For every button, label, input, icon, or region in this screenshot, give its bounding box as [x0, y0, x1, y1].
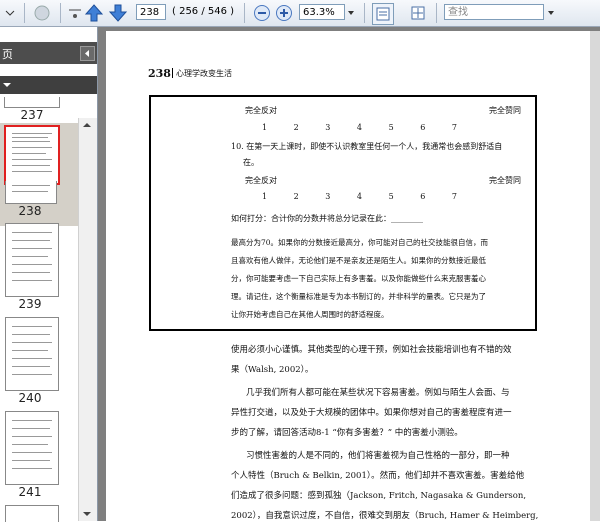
- question-10-line1: 10. 在第一天上课时，即使不认识教室里任何一个人，我通常也会感到舒适自: [231, 142, 503, 151]
- thumbnail-242[interactable]: [5, 505, 59, 522]
- scroll-up-icon: [69, 9, 81, 18]
- fit-width-icon: [376, 7, 390, 21]
- toolbar: 238 ( 256 / 546 ) 63.3% 查找: [0, 0, 600, 27]
- page-header-title: 心理学改变生活: [176, 69, 232, 78]
- page-number-input[interactable]: 238: [136, 4, 166, 20]
- collapse-panel-button[interactable]: [80, 46, 95, 61]
- body-line: 2002），自我意识过度，不自信，很难交到朋友（Bruch, Hamer & H…: [231, 511, 539, 521]
- panel-header: 页面: [0, 42, 97, 77]
- page-count-label: ( 256 / 546 ): [172, 6, 235, 17]
- header-divider: [172, 68, 173, 78]
- scoring-paragraph-line: 且喜欢有他人做伴，无论他们是不是亲友还是陌生人。如果你的分数接近最低: [231, 256, 486, 265]
- thumbnail-label: 238: [18, 204, 42, 218]
- body-line: 习惯性害羞的人是不同的，他们将害羞视为自己性格的一部分，即一种: [246, 451, 510, 461]
- search-dropdown-button[interactable]: [545, 3, 557, 23]
- scale-numbers: 1 2 3 4 5 6 7: [262, 123, 457, 132]
- scoring-paragraph-line: 让你开始考虑自己在其他人周围时的舒适程度。: [231, 310, 389, 319]
- quiz-box: 完全反对 完全赞同 1 2 3 4 5 6 7 10. 在第一天上课时，即使不认…: [149, 95, 537, 331]
- chevron-left-icon: [85, 50, 89, 57]
- search-input[interactable]: 查找: [444, 4, 544, 20]
- thumbnail-label: 241: [18, 485, 42, 499]
- circle-tool-icon: [34, 5, 50, 21]
- body-line: 使用必须小心谨慎。其他类型的心理干预，例如社会技能培训也有不错的效: [231, 345, 512, 355]
- body-line: 异性打交道，以及处于大规模的团体中。如果你想对自己的害羞程度有进一: [231, 408, 512, 418]
- thumbnail-scrollbar[interactable]: [78, 118, 97, 521]
- scale-right-label: 完全赞同: [489, 176, 521, 185]
- scroll-up-arrow-icon: [83, 123, 91, 127]
- fit-page-icon: [411, 6, 425, 20]
- question-10-line2: 在。: [243, 158, 259, 167]
- scoring-paragraph-line: 最高分为70。如果你的分数接近最高分，你可能对自己的社交技能很自信，而: [231, 238, 489, 247]
- document-page: 238 心理学改变生活 完全反对 完全赞同 1 2 3 4 5 6 7 10. …: [106, 31, 592, 521]
- body-line: 果（Walsh, 2002）。: [231, 365, 314, 375]
- body-line: 个人特性（Bruch & Belkin, 2001）。然而，他们却并不喜欢害羞。…: [231, 471, 525, 481]
- hand-tool-button[interactable]: [32, 3, 52, 23]
- zoom-in-icon: [276, 5, 292, 21]
- scale-numbers: 1 2 3 4 5 6 7: [262, 192, 457, 201]
- document-scrollbar[interactable]: [590, 31, 600, 521]
- page-header-number: 238: [148, 67, 171, 80]
- scale-left-label: 完全反对: [245, 106, 277, 115]
- body-line: 们造成了很多问题：感到孤独（Jackson, Fritch, Nagasaka …: [231, 491, 527, 501]
- scoring-instruction: 如何打分：合计你的分数并将总分记录在此：________: [231, 214, 423, 223]
- chevron-down-icon: [548, 11, 554, 15]
- zoom-out-button[interactable]: [252, 3, 272, 23]
- chevron-down-icon: [348, 11, 354, 15]
- first-page-button[interactable]: [65, 3, 85, 23]
- scroll-down-arrow-icon: [83, 512, 91, 516]
- zoom-out-icon: [254, 5, 270, 21]
- scoring-paragraph-line: 理。请记住，这个衡量标准是专为本书制订的，并非科学的量表。它只是为了: [231, 292, 486, 301]
- arrow-down-icon: [108, 4, 128, 22]
- zoom-dropdown-button[interactable]: [345, 3, 357, 23]
- document-view[interactable]: 238 心理学改变生活 完全反对 完全赞同 1 2 3 4 5 6 7 10. …: [98, 27, 600, 521]
- scoring-paragraph-line: 分，你可能要考虑一下自己实际上有多害羞。以及你能做些什么来克服害羞心: [231, 274, 486, 283]
- body-line: 步的了解，请回答活动8-1 “你有多害羞？” 中的害羞小测验。: [231, 428, 463, 438]
- next-page-button[interactable]: [108, 3, 128, 23]
- print-dropdown-button[interactable]: [0, 3, 20, 23]
- scale-left-label: 完全反对: [245, 176, 277, 185]
- body-line: 几乎我们所有人都可能在某些状况下容易害羞。例如与陌生人会面、与: [246, 388, 510, 398]
- thumbnail-label: 239: [18, 297, 42, 311]
- thumbnail-238-lower: [5, 181, 57, 204]
- thumbnail-237[interactable]: [4, 97, 60, 108]
- chevron-down-icon: [5, 10, 15, 16]
- panel-title: 页面: [2, 48, 12, 77]
- thumbnail-240[interactable]: [5, 317, 59, 391]
- scale-right-label: 完全赞同: [489, 106, 521, 115]
- search-placeholder: 查找: [448, 7, 468, 18]
- chevron-down-icon: [3, 83, 11, 87]
- zoom-in-button[interactable]: [274, 3, 294, 23]
- thumbnail-239[interactable]: [5, 223, 59, 297]
- previous-page-button[interactable]: [84, 3, 104, 23]
- thumbnail-238[interactable]: [4, 125, 60, 185]
- thumbnail-panel: 页面 237 238 239 240 241: [0, 27, 98, 522]
- thumbnail-label: 237: [20, 108, 44, 122]
- thumbnail-label: 240: [18, 391, 42, 405]
- panel-options-bar[interactable]: [0, 76, 97, 94]
- arrow-up-icon: [84, 4, 104, 22]
- fit-page-button[interactable]: [408, 3, 428, 23]
- thumbnail-241[interactable]: [5, 411, 59, 485]
- zoom-level-field[interactable]: 63.3%: [299, 4, 345, 20]
- fit-width-button[interactable]: [372, 3, 394, 25]
